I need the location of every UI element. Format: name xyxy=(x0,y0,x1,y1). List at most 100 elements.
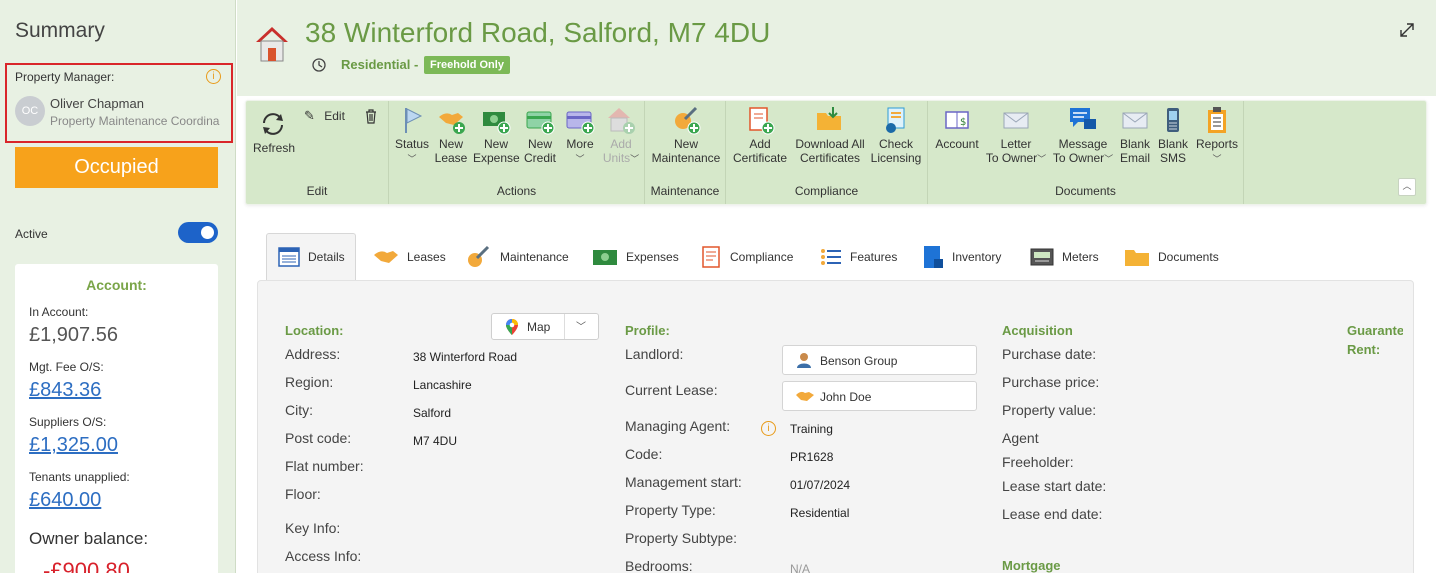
property-subtype-label: Property Subtype: xyxy=(625,530,738,546)
suppliers-link[interactable]: £1,325.00 xyxy=(29,434,118,457)
download-certificates-button[interactable]: Download All Certificates xyxy=(792,105,868,165)
page-header: 38 Winterford Road, Salford, M7 4DU Resi… xyxy=(237,0,1436,96)
property-value-label: Property value: xyxy=(1002,402,1097,418)
wrench-icon xyxy=(468,245,490,267)
code-value: PR1628 xyxy=(790,450,834,464)
floor-label: Floor: xyxy=(285,486,321,502)
pencil-icon: ✎ xyxy=(304,108,315,123)
account-title: Account: xyxy=(86,277,147,293)
city-label: City: xyxy=(285,402,313,418)
refresh-icon xyxy=(263,113,283,135)
new-expense-button[interactable]: New Expense xyxy=(473,105,520,165)
purchase-date-label: Purchase date: xyxy=(1002,346,1097,362)
acquisition-heading: Acquisition xyxy=(1002,323,1073,338)
code-label: Code: xyxy=(625,446,663,462)
current-lease-link[interactable]: John Doe xyxy=(782,381,977,411)
licensing-icon xyxy=(886,107,905,133)
ribbon-group-label: Maintenance xyxy=(650,184,720,198)
profile-heading: Profile: xyxy=(625,323,670,338)
refresh-button[interactable]: Refresh xyxy=(253,109,295,155)
account-button[interactable]: $ Account xyxy=(932,105,982,151)
blank-email-button[interactable]: Blank Email xyxy=(1116,105,1154,165)
avatar: OC xyxy=(15,96,45,126)
owner-balance-label: Owner balance: xyxy=(29,529,149,548)
key-info-label: Key Info: xyxy=(285,520,341,536)
ribbon-group-edit: Refresh ✎ Edit Edit xyxy=(246,101,389,204)
lease-start-label: Lease start date: xyxy=(1002,478,1107,494)
person-icon xyxy=(797,353,811,368)
history-icon[interactable] xyxy=(311,57,327,73)
tab-compliance[interactable]: Compliance xyxy=(699,233,793,280)
svg-text:$: $ xyxy=(960,117,966,128)
agent-label: Agent xyxy=(1002,430,1039,446)
credit-card-icon xyxy=(526,111,555,135)
phone-icon xyxy=(1167,108,1179,132)
in-account-value: £1,907.56 xyxy=(29,324,118,346)
summary-panel: Summary Property Manager: i OC Oliver Ch… xyxy=(0,0,236,573)
manager-name[interactable]: Oliver Chapman xyxy=(50,96,144,111)
expand-icon[interactable] xyxy=(1398,21,1416,39)
tenants-unapplied-label: Tenants unapplied: xyxy=(29,470,130,484)
reports-button[interactable]: Reports ﹀ xyxy=(1194,105,1240,166)
postcode-value: M7 4DU xyxy=(413,434,458,448)
flat-number-label: Flat number: xyxy=(285,458,364,474)
location-heading: Location: xyxy=(285,323,344,338)
flag-icon xyxy=(405,108,423,133)
guarantee-rent-heading: Rent: xyxy=(1347,342,1381,357)
list-icon xyxy=(821,248,841,265)
blank-sms-button[interactable]: Blank SMS xyxy=(1154,105,1192,165)
info-icon[interactable]: i xyxy=(761,421,776,436)
check-licensing-button[interactable]: Check Licensing xyxy=(868,105,924,165)
add-units-button[interactable]: Add Units﹀ xyxy=(599,105,643,166)
collapse-ribbon-button[interactable]: ︿ xyxy=(1398,178,1416,196)
tab-inventory[interactable]: Inventory xyxy=(921,233,1001,280)
tab-leases[interactable]: Leases xyxy=(372,233,446,280)
managing-agent-value: Training xyxy=(790,422,833,436)
bedrooms-value: N/A xyxy=(790,562,811,573)
status-button[interactable]: Status ﹀ xyxy=(393,105,431,166)
delete-button[interactable] xyxy=(362,108,380,127)
map-button[interactable]: Map ﹀ xyxy=(491,313,599,340)
add-certificate-button[interactable]: Add Certificate xyxy=(730,105,790,165)
active-toggle[interactable] xyxy=(178,222,218,243)
edit-button[interactable]: ✎ Edit xyxy=(304,108,354,124)
region-value: Lancashire xyxy=(413,378,472,392)
access-info-label: Access Info: xyxy=(285,548,362,564)
ribbon-toolbar: Refresh ✎ Edit Edit Status ﹀ New Lease N… xyxy=(245,100,1427,205)
current-lease-label: Current Lease: xyxy=(625,382,718,398)
house-icon xyxy=(256,27,288,62)
tab-details[interactable]: Details xyxy=(266,233,356,280)
more-button[interactable]: More ﹀ xyxy=(561,105,599,166)
tab-meters[interactable]: Meters xyxy=(1029,233,1099,280)
tab-documents[interactable]: Documents xyxy=(1123,233,1219,280)
clipboard-icon xyxy=(1208,107,1226,133)
new-maintenance-button[interactable]: New Maintenance xyxy=(647,105,725,165)
folder-download-icon xyxy=(817,107,841,130)
new-credit-button[interactable]: New Credit xyxy=(519,105,561,165)
ribbon-group-compliance: Add Certificate Download All Certificates … xyxy=(726,101,928,204)
status-badge: Occupied xyxy=(15,147,218,188)
map-pin-icon xyxy=(506,319,518,335)
tab-expenses[interactable]: Expenses xyxy=(591,233,679,280)
ribbon-group-label: Actions xyxy=(496,184,537,198)
folder-icon xyxy=(1125,249,1149,266)
mgt-fee-link[interactable]: £843.36 xyxy=(29,379,101,402)
tab-features[interactable]: Features xyxy=(819,233,897,280)
landlord-link[interactable]: Benson Group xyxy=(782,345,977,375)
tenants-unapplied-link[interactable]: £640.00 xyxy=(29,489,101,512)
in-account-label: In Account: xyxy=(29,305,89,319)
info-icon[interactable]: i xyxy=(206,69,221,84)
handshake-icon xyxy=(374,250,398,263)
message-to-owner-button[interactable]: Message To Owner﹀ xyxy=(1050,105,1116,166)
email-icon xyxy=(1122,112,1148,129)
inventory-icon xyxy=(924,245,943,268)
landlord-label: Landlord: xyxy=(625,346,684,362)
message-icon xyxy=(1070,108,1096,129)
certificate-icon xyxy=(749,107,775,135)
meter-icon xyxy=(1030,248,1054,265)
tab-maintenance[interactable]: Maintenance xyxy=(465,233,569,280)
ribbon-group-maintenance: New Maintenance Maintenance xyxy=(645,101,726,204)
new-lease-button[interactable]: New Lease xyxy=(431,105,471,165)
letter-to-owner-button[interactable]: Letter To Owner﹀ xyxy=(984,105,1048,166)
handshake-icon xyxy=(796,391,814,401)
